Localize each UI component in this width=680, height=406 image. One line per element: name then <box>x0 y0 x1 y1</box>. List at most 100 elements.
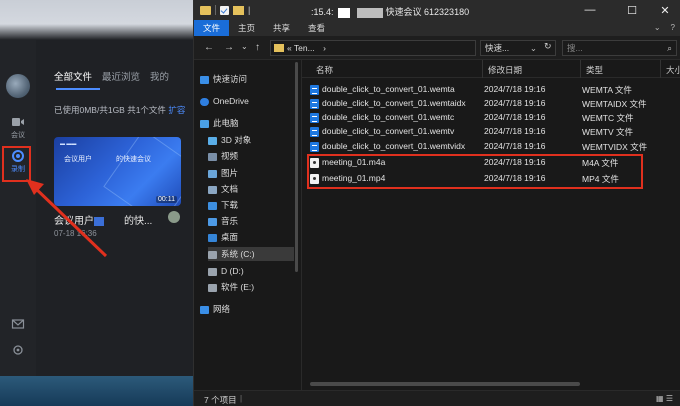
quick-access-toolbar: | <box>200 5 250 15</box>
rail-meeting-button[interactable]: 会议 <box>0 116 36 140</box>
search-icon: ⌕ <box>667 43 672 53</box>
storage-text: 已使用0MB/共1GB 共1个文件 <box>54 105 166 115</box>
thumb-right-text: 的快速会议 <box>116 156 151 163</box>
nav-documents[interactable]: 文档 <box>208 182 238 196</box>
tab-mine[interactable]: 我的 <box>150 69 169 83</box>
nav-onedrive[interactable]: OneDrive <box>200 94 249 108</box>
recent-locations-button[interactable]: ⌄ <box>241 42 248 51</box>
nav-pictures[interactable]: 图片 <box>208 166 238 180</box>
tab-recent[interactable]: 最近浏览 <box>102 69 140 83</box>
nav-desktop[interactable]: 桌面 <box>208 230 238 244</box>
file-name: double_click_to_convert_01.wemtc <box>322 112 455 122</box>
chevron-down-icon[interactable]: ⌄ <box>530 41 537 55</box>
explorer-window: | :15.4: 快速会议 612323180 — ☐ ✕ 文件 主页 共享 查看… <box>193 0 680 406</box>
app-header-background <box>0 0 195 40</box>
close-button[interactable]: ✕ <box>649 0 680 20</box>
nav-downloads[interactable]: 下载 <box>208 198 238 212</box>
file-icon <box>310 113 319 123</box>
app-bottom-background <box>0 376 195 406</box>
rail-meeting-label: 会议 <box>11 132 25 139</box>
cloud-icon <box>200 97 209 106</box>
navigation-pane: 快速访问 OneDrive 此电脑 3D 对象 视频 图片 文档 下载 音乐 桌… <box>194 60 302 390</box>
item-count: 7 个项目 <box>204 395 237 405</box>
nav-videos[interactable]: 视频 <box>208 149 238 163</box>
nav-scrollbar[interactable] <box>294 60 300 390</box>
help-icon[interactable]: ? <box>671 23 675 32</box>
tab-all-files[interactable]: 全部文件 <box>54 69 92 83</box>
recording-title[interactable]: 会议用户 的快... <box>54 212 152 227</box>
file-list: 名称 修改日期 类型 大小 double_click_to_convert_01… <box>302 60 680 390</box>
search-input[interactable]: 搜... ⌕ <box>562 40 677 56</box>
nav-3d-objects[interactable]: 3D 对象 <box>208 133 251 147</box>
up-button[interactable]: ↑ <box>255 42 260 53</box>
network-icon <box>200 305 209 314</box>
nav-quick-access[interactable]: 快速访问 <box>200 72 247 86</box>
maximize-button[interactable]: ☐ <box>616 0 648 20</box>
files-highlight-box <box>307 154 643 189</box>
recording-duration: 00:11 <box>156 196 177 203</box>
file-row[interactable]: double_click_to_convert_01.wemtv 2024/7/… <box>306 125 650 139</box>
file-row[interactable]: double_click_to_convert_01.wemta 2024/7/… <box>306 83 650 97</box>
window-title: :15.4: 快速会议 612323180 <box>311 7 470 18</box>
file-row[interactable]: double_click_to_convert_01.wemtaidx 2024… <box>306 97 650 111</box>
toolbar-customize[interactable]: | <box>248 5 250 15</box>
file-row[interactable]: double_click_to_convert_01.wemtvidx 2024… <box>306 140 650 154</box>
expand-ribbon-icon[interactable]: ⌄ <box>654 23 661 32</box>
file-type: WEMTA 文件 <box>582 85 632 95</box>
tab-view[interactable]: 查看 <box>299 22 334 34</box>
tab-file[interactable]: 文件 <box>194 20 230 36</box>
forward-button[interactable]: → <box>224 42 234 53</box>
file-type: WEMTAIDX 文件 <box>582 99 647 109</box>
file-row[interactable]: double_click_to_convert_01.wemtc 2024/7/… <box>306 111 650 125</box>
redacted-block <box>94 216 104 226</box>
desktop-icon <box>208 233 217 242</box>
column-type[interactable]: 类型 <box>586 64 603 76</box>
horizontal-scrollbar[interactable] <box>300 380 635 388</box>
address-bar-row: ← → ⌄ ↑ « Ten... › 快速... ⌄ ↻ 搜... ⌕ <box>194 36 680 60</box>
rail-settings-button[interactable] <box>0 344 36 358</box>
rail-mail-button[interactable] <box>0 318 36 332</box>
file-modified: 2024/7/18 19:16 <box>484 126 546 136</box>
refresh-icon[interactable]: ↻ <box>544 41 552 52</box>
file-modified: 2024/7/18 19:16 <box>484 141 546 151</box>
expand-storage-link[interactable]: 扩容 <box>168 105 185 115</box>
tab-home[interactable]: 主页 <box>229 22 264 34</box>
file-modified: 2024/7/18 19:16 <box>484 98 546 108</box>
minimize-button[interactable]: — <box>574 0 606 20</box>
tab-share[interactable]: 共享 <box>264 22 299 34</box>
active-tab-indicator <box>56 88 100 90</box>
view-toggle-icons[interactable]: ▦ ☰ <box>656 394 673 403</box>
nav-network[interactable]: 网络 <box>200 302 230 316</box>
nav-music[interactable]: 音乐 <box>208 214 238 228</box>
picture-icon <box>208 169 217 178</box>
properties-icon[interactable] <box>220 5 229 15</box>
video-icon <box>208 152 217 161</box>
file-name: double_click_to_convert_01.wemtaidx <box>322 98 466 108</box>
recording-title-suffix: 的快... <box>124 216 153 227</box>
address-path[interactable]: « Ten... › <box>270 40 476 56</box>
nav-drive-c[interactable]: 系统 (C:) <box>208 247 294 261</box>
file-icon <box>310 99 319 109</box>
user-avatar[interactable] <box>6 74 30 98</box>
nav-drive-e[interactable]: 软件 (E:) <box>208 280 254 294</box>
folder-icon <box>274 44 284 52</box>
breadcrumb-chevron[interactable]: › <box>323 43 326 53</box>
column-modified[interactable]: 修改日期 <box>488 64 522 76</box>
file-name: double_click_to_convert_01.wemtvidx <box>322 141 466 151</box>
column-size[interactable]: 大小 <box>666 64 680 76</box>
title-bar: | :15.4: 快速会议 612323180 — ☐ ✕ <box>194 0 680 20</box>
computer-icon <box>200 119 209 128</box>
file-type: WEMTC 文件 <box>582 113 634 123</box>
thumb-brand-mark: ▬ ▬▬ <box>60 141 77 147</box>
owner-avatar <box>168 211 180 223</box>
star-icon <box>200 75 209 84</box>
music-icon <box>208 217 217 226</box>
back-button[interactable]: ← <box>204 42 214 53</box>
recording-thumbnail[interactable]: ▬ ▬▬ 会议用户 的快速会议 00:11 <box>54 137 181 206</box>
column-headers: 名称 修改日期 类型 大小 <box>302 60 680 78</box>
nav-this-pc[interactable]: 此电脑 <box>200 116 239 130</box>
new-folder-icon[interactable] <box>233 5 244 15</box>
ribbon-tabs: 文件 主页 共享 查看 ⌄ ? <box>194 20 680 36</box>
nav-drive-d[interactable]: D (D:) <box>208 264 244 278</box>
column-name[interactable]: 名称 <box>316 64 333 76</box>
